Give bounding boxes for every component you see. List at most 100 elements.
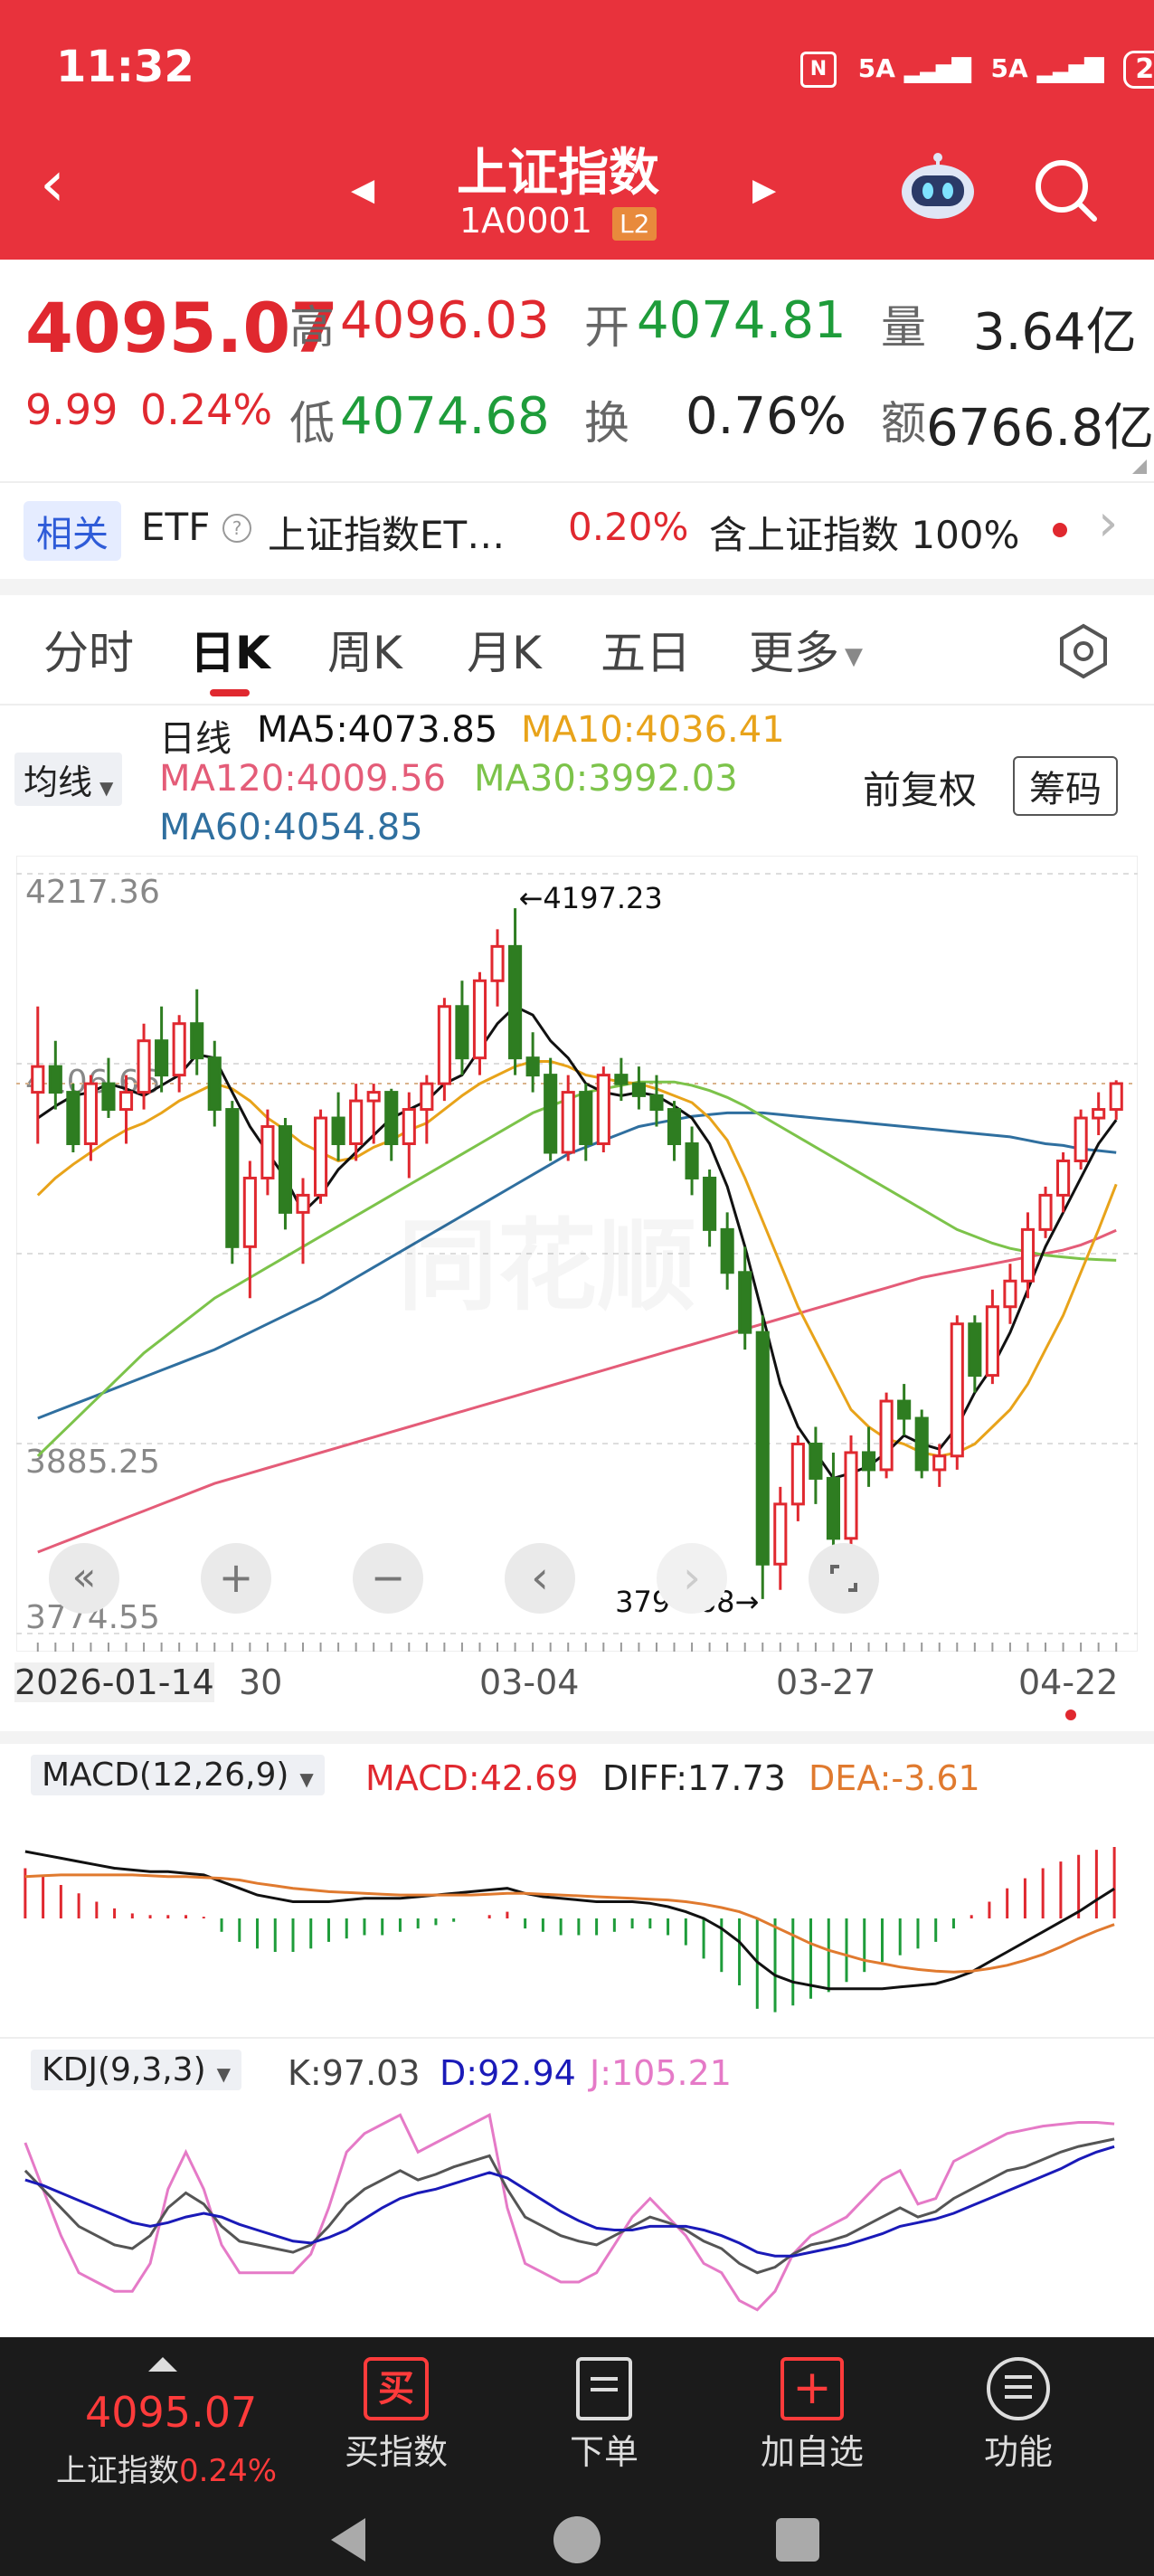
related-etf-row[interactable]: 相关 ETF ? 上证指数ET… 0.20% 含上证指数 100% ›: [0, 494, 1154, 566]
candle: [1003, 1279, 1017, 1309]
candle: [260, 1125, 275, 1179]
next-stock-icon[interactable]: ▶: [752, 172, 776, 208]
chevron-right-icon[interactable]: ›: [1098, 494, 1118, 553]
macd-chart[interactable]: [16, 1804, 1138, 2033]
back-icon[interactable]: ‹: [40, 152, 65, 215]
ma30-legend: MA30:3992.03: [474, 758, 738, 800]
kdj-chart[interactable]: [16, 2097, 1138, 2328]
footer-price: 4095.07: [85, 2388, 258, 2437]
chart-divider: [0, 1731, 1154, 1744]
function-button[interactable]: 功能: [946, 2357, 1091, 2493]
collapse-arrow-icon[interactable]: [148, 2357, 177, 2372]
related-tag: 相关: [24, 501, 121, 561]
volume-label: 量: [881, 301, 926, 354]
candle: [207, 1056, 222, 1112]
ma-selector[interactable]: 均线 ▼: [14, 753, 123, 806]
candle: [544, 1074, 558, 1154]
info-icon[interactable]: ?: [222, 514, 251, 543]
signal-icon: ▂▃▅▇: [903, 53, 971, 83]
macd-selector[interactable]: MACD(12,26,9) ▼: [31, 1755, 325, 1795]
etf-type: ETF: [141, 505, 211, 549]
low-label: 低: [289, 397, 335, 450]
nav-recent-icon[interactable]: [776, 2518, 819, 2562]
buy-index-label: 买指数: [344, 2432, 448, 2472]
buy-index-button[interactable]: 买 买指数: [324, 2357, 468, 2493]
fast-back-icon[interactable]: «: [49, 1543, 119, 1614]
candle: [313, 1116, 328, 1197]
candle: [685, 1142, 699, 1179]
dea-value: DEA:-3.61: [809, 1758, 980, 1798]
signal-label-2: 5A: [990, 53, 1028, 83]
ma10-legend: MA10:4036.41: [521, 709, 785, 751]
scroll-left-icon[interactable]: ‹: [505, 1543, 575, 1614]
add-watchlist-icon: +: [780, 2357, 844, 2420]
battery-icon: 25: [1123, 51, 1154, 89]
tab-more[interactable]: 更多 ▼: [749, 617, 863, 682]
candle: [738, 1271, 752, 1334]
open-value: 4074.81: [637, 291, 847, 350]
macd-selector-label: MACD(12,26,9): [42, 1757, 289, 1794]
order-icon: [576, 2357, 632, 2420]
zoom-in-icon[interactable]: +: [201, 1543, 271, 1614]
zoom-out-icon[interactable]: −: [353, 1543, 423, 1614]
date-marker-dot: [1065, 1709, 1076, 1720]
high-annotation: ←4197.23: [519, 881, 663, 915]
kdj-selector-label: KDJ(9,3,3): [42, 2051, 206, 2088]
candle: [366, 1091, 381, 1103]
candle: [1074, 1116, 1088, 1162]
nav-back-icon[interactable]: [331, 2518, 365, 2562]
tab-month-k[interactable]: 月K: [467, 617, 542, 682]
candle: [472, 979, 487, 1060]
price-change: 9.99: [25, 385, 118, 434]
chevron-down-icon: ▼: [99, 777, 114, 799]
candle: [561, 1091, 575, 1154]
etf-name: 上证指数ET…: [268, 513, 506, 557]
add-watchlist-button[interactable]: + 加自选: [740, 2357, 884, 2493]
ma5-legend: MA5:4073.85: [257, 709, 498, 751]
candle: [720, 1227, 734, 1274]
candle: [879, 1399, 894, 1472]
tab-five-day[interactable]: 五日: [601, 617, 691, 682]
high-value: 4096.03: [340, 291, 550, 350]
tab-day-k[interactable]: 日K: [190, 617, 270, 682]
macd-frame: [16, 1804, 1138, 2033]
prev-stock-icon[interactable]: ◀: [351, 172, 374, 208]
candle: [861, 1451, 876, 1472]
order-button[interactable]: 下单: [532, 2357, 676, 2493]
fullscreen-icon[interactable]: [809, 1543, 879, 1614]
footer-stock-name: 上证指数0.24%: [56, 2446, 277, 2490]
assistant-robot-icon[interactable]: [899, 152, 977, 221]
chips-button[interactable]: 筹码: [1013, 756, 1118, 816]
candle: [66, 1091, 80, 1146]
buy-icon: 买: [364, 2357, 429, 2420]
search-icon[interactable]: [1031, 156, 1100, 224]
tab-week-k[interactable]: 周K: [327, 617, 402, 682]
stock-code: 1A0001 L2: [459, 201, 657, 241]
candle: [897, 1399, 912, 1420]
chevron-down-icon: ▼: [299, 1768, 314, 1790]
candle: [278, 1125, 293, 1214]
kdj-selector[interactable]: KDJ(9,3,3) ▼: [31, 2050, 242, 2090]
amount-value: 6766.8亿: [926, 399, 1154, 458]
date-label-2: 03-04: [479, 1662, 580, 1702]
nav-home-icon[interactable]: [553, 2516, 601, 2563]
macd-value: MACD:42.69: [365, 1758, 579, 1798]
low-value: 4074.68: [340, 387, 550, 446]
ma60-legend: MA60:4054.85: [159, 807, 423, 848]
ma-line-name: 日线: [159, 718, 232, 760]
signal-icon-2: ▂▃▅▇: [1036, 53, 1103, 83]
candle: [614, 1074, 629, 1085]
signal-label: 5A: [857, 53, 895, 83]
tab-fenshi[interactable]: 分时: [43, 617, 134, 682]
candle: [118, 1091, 134, 1112]
candle: [31, 1065, 45, 1094]
chart-settings-icon[interactable]: [1055, 622, 1112, 680]
candle: [1056, 1159, 1071, 1197]
candle: [172, 1022, 186, 1077]
candle: [101, 1082, 116, 1112]
expand-corner-icon[interactable]: [1132, 459, 1147, 474]
scroll-right-icon[interactable]: ›: [657, 1543, 727, 1614]
candle: [137, 1039, 151, 1094]
adjust-mode[interactable]: 前复权: [863, 760, 977, 815]
candle: [155, 1039, 169, 1077]
